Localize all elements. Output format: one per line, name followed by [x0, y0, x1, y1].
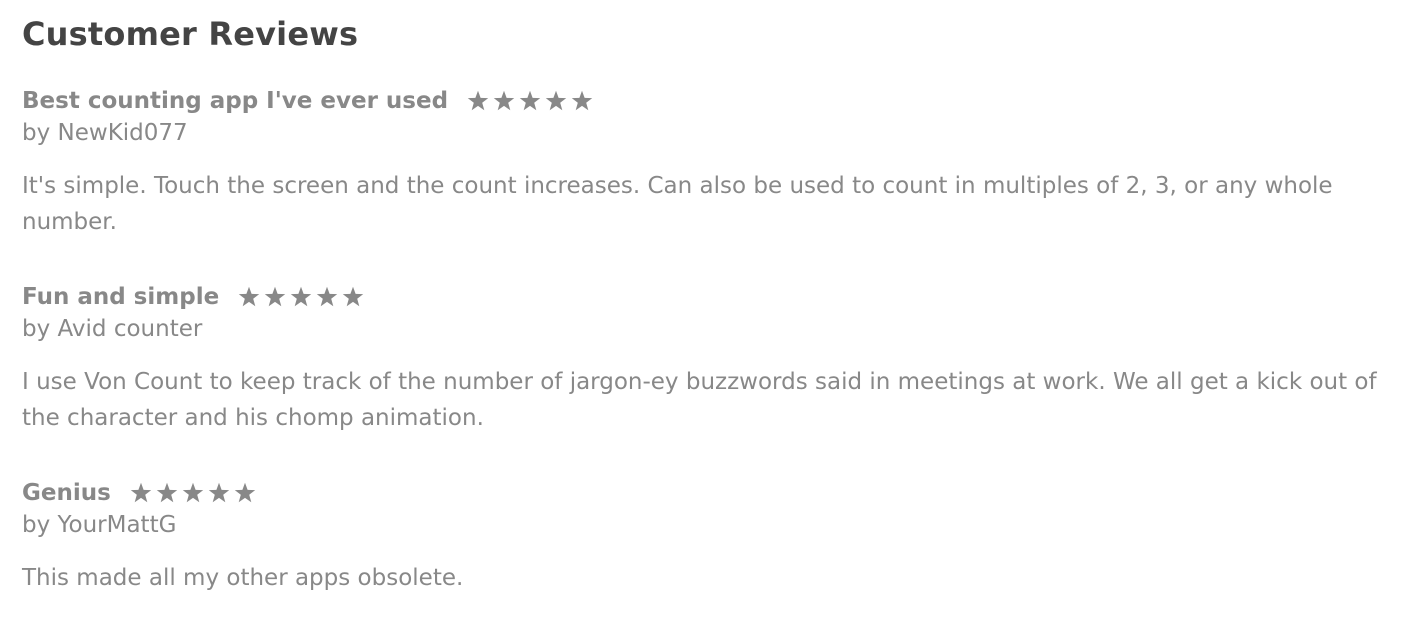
star-rating: [129, 481, 257, 505]
star-icon: [155, 481, 179, 505]
review-body: I use Von Count to keep track of the num…: [22, 369, 1377, 431]
section-title: Customer Reviews: [22, 15, 359, 53]
star-icon: [544, 89, 568, 113]
star-icon: [233, 481, 257, 505]
review-header: Best counting app I've ever used: [22, 86, 1386, 116]
review-title: Genius: [22, 480, 111, 506]
review-author: by Avid counter: [22, 316, 203, 342]
review-header: Fun and simple: [22, 282, 1386, 312]
review-author: by YourMattG: [22, 512, 177, 538]
star-icon: [466, 89, 490, 113]
star-icon: [315, 285, 339, 309]
review-body: This made all my other apps obsolete.: [22, 565, 464, 591]
star-icon: [341, 285, 365, 309]
review-title: Best counting app I've ever used: [22, 88, 449, 114]
star-icon: [263, 285, 287, 309]
star-icon: [492, 89, 516, 113]
review-item: Genius by YourMattG This made all my oth…: [22, 478, 1386, 596]
star-icon: [518, 89, 542, 113]
review-item: Best counting app I've ever used by NewK…: [22, 86, 1386, 240]
star-rating: [466, 89, 594, 113]
star-icon: [237, 285, 261, 309]
star-icon: [570, 89, 594, 113]
star-icon: [129, 481, 153, 505]
review-title: Fun and simple: [22, 284, 220, 310]
star-icon: [207, 481, 231, 505]
star-rating: [237, 285, 365, 309]
customer-reviews-section: Customer Reviews Best counting app I've …: [0, 0, 1408, 638]
review-header: Genius: [22, 478, 1386, 508]
star-icon: [181, 481, 205, 505]
review-item: Fun and simple by Avid counter I use Von…: [22, 282, 1386, 436]
star-icon: [289, 285, 313, 309]
review-body: It's simple. Touch the screen and the co…: [22, 173, 1333, 235]
review-author: by NewKid077: [22, 120, 188, 146]
